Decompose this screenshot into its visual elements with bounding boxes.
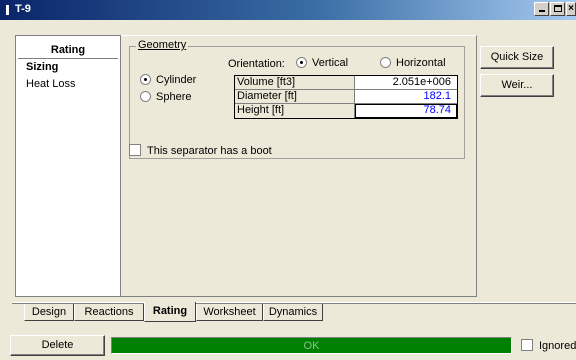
orientation-vertical-radio[interactable]: Vertical	[296, 57, 348, 69]
dimensions-table: Volume [ft3] 2.051e+006 Diameter [ft] 18…	[234, 75, 458, 119]
window-controls: ×	[534, 2, 576, 16]
nav-item-sizing[interactable]: Sizing	[16, 59, 120, 76]
tab-dynamics[interactable]: Dynamics	[263, 304, 323, 321]
radio-icon	[140, 74, 151, 85]
volume-field[interactable]: 2.051e+006	[355, 76, 457, 89]
geometry-legend: Geometry	[136, 39, 189, 51]
table-row: Diameter [ft] 182.1	[235, 90, 457, 104]
orientation-vertical-label: Vertical	[312, 57, 349, 69]
page-nav-panel: Rating Sizing Heat Loss	[15, 35, 121, 297]
shape-cylinder-label: Cylinder	[156, 74, 197, 86]
ignored-checkbox[interactable]: Ignored	[521, 339, 576, 352]
checkbox-icon	[521, 339, 533, 351]
minimize-button[interactable]	[534, 2, 549, 16]
delete-button[interactable]: Delete	[10, 335, 105, 356]
shape-cylinder-radio[interactable]: Cylinder	[140, 74, 196, 86]
radio-icon	[296, 57, 307, 68]
diameter-label: Diameter [ft]	[235, 90, 355, 103]
volume-label: Volume [ft3]	[235, 76, 355, 89]
boot-checkbox[interactable]: This separator has a boot	[129, 144, 272, 157]
geometry-legend-text: Geometry	[138, 39, 187, 51]
orientation-label: Orientation:	[228, 58, 285, 70]
tab-worksheet[interactable]: Worksheet	[196, 304, 263, 321]
table-row: Volume [ft3] 2.051e+006	[235, 76, 457, 90]
weir-button[interactable]: Weir...	[480, 74, 554, 97]
shape-sphere-radio[interactable]: Sphere	[140, 91, 191, 103]
table-row: Height [ft] 78.74	[235, 104, 457, 118]
tab-design[interactable]: Design	[24, 304, 74, 321]
window-title: T-9	[15, 3, 31, 15]
checkbox-icon	[129, 144, 141, 156]
content-area: Geometry Orientation: Vertical Horizonta…	[121, 35, 477, 297]
close-button[interactable]: ×	[566, 2, 576, 16]
maximize-button[interactable]	[550, 2, 565, 16]
window-icon[interactable]	[6, 5, 9, 15]
radio-icon	[140, 91, 151, 102]
height-field[interactable]: 78.74	[355, 104, 457, 118]
tab-strip: Design Reactions Rating Worksheet Dynami…	[12, 296, 576, 324]
geometry-group: Geometry Orientation: Vertical Horizonta…	[129, 39, 465, 159]
minimize-icon	[539, 10, 545, 12]
maximize-icon	[554, 5, 562, 12]
nav-item-heat-loss[interactable]: Heat Loss	[16, 76, 120, 93]
shape-sphere-label: Sphere	[156, 91, 192, 103]
ignored-checkbox-label: Ignored	[539, 340, 576, 352]
orientation-horizontal-label: Horizontal	[396, 57, 446, 69]
radio-icon	[380, 57, 391, 68]
close-icon: ×	[568, 3, 574, 14]
boot-checkbox-label: This separator has a boot	[147, 145, 272, 157]
quick-size-button[interactable]: Quick Size	[480, 46, 554, 69]
tab-rating[interactable]: Rating	[144, 302, 196, 322]
tab-reactions[interactable]: Reactions	[74, 304, 144, 321]
diameter-field[interactable]: 182.1	[355, 90, 457, 103]
status-bar: OK	[111, 337, 512, 354]
title-bar: T-9 ×	[0, 0, 576, 20]
height-label: Height [ft]	[235, 104, 355, 118]
orientation-horizontal-radio[interactable]: Horizontal	[380, 57, 446, 69]
nav-header: Rating	[18, 36, 118, 59]
